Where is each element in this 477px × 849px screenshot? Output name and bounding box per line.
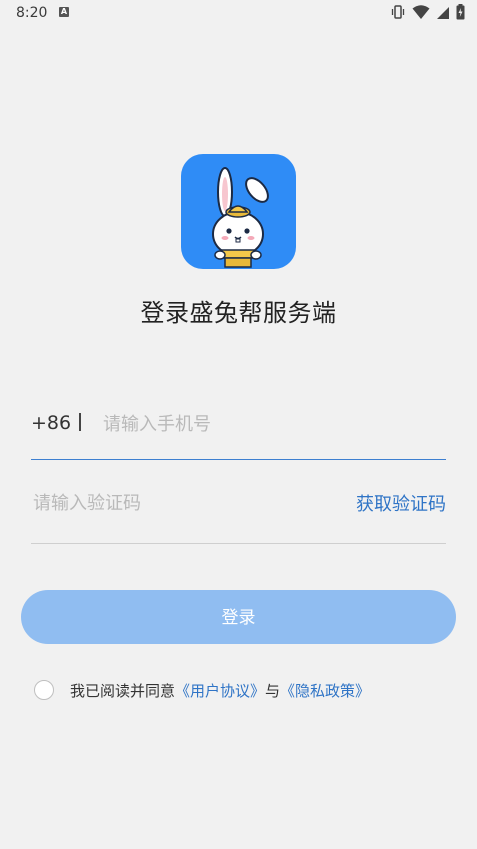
get-code-button[interactable]: 获取验证码 [356,490,446,516]
privacy-policy-link[interactable]: 《隐私政策》 [280,680,370,701]
battery-charging-icon [456,4,465,24]
status-bar: 8:20 A [0,0,477,26]
notification-icon: A [59,7,69,17]
status-time: 8:20 [16,5,48,21]
rabbit-logo-icon [212,167,269,268]
code-field-row: 获取验证码 [31,482,446,544]
phone-field-row: +86 [31,404,446,460]
status-icons [390,4,465,24]
user-agreement-link[interactable]: 《用户协议》 [175,680,265,701]
agreement-prefix: 我已阅读并同意 [70,681,176,700]
app-logo [181,154,296,269]
verification-code-input[interactable] [31,485,325,521]
wifi-icon [412,4,430,24]
login-button[interactable]: 登录 [21,590,456,644]
signal-icon [436,5,450,24]
phone-input[interactable] [101,406,435,442]
agreement-connector: 与 [265,681,281,700]
vibrate-icon [390,4,406,24]
app-title: 登录盛兔帮服务端 [140,299,337,327]
agreement-row: 我已阅读并同意 《用户协议》 与 《隐私政策》 [34,679,370,701]
agreement-checkbox[interactable] [34,680,54,700]
country-code-divider [79,413,81,431]
country-code[interactable]: +86 [31,412,71,434]
